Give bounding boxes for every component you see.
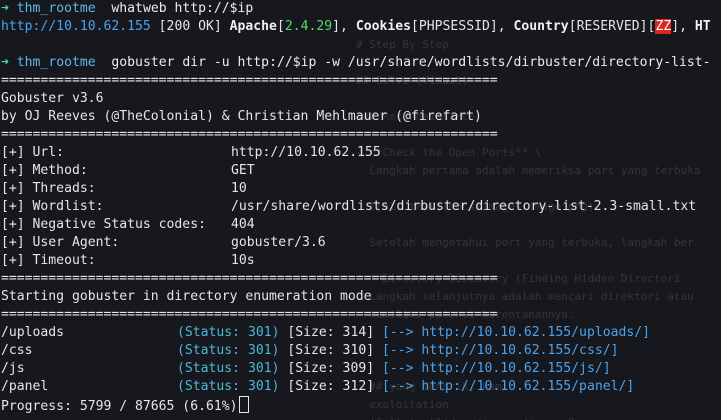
target-url: http://10.10.62.155 — [1, 19, 151, 34]
start-message: Starting gobuster in directory enumerati… — [1, 289, 372, 304]
country-value: RESERVED — [576, 19, 640, 34]
server-version: 2.4.29 — [284, 19, 333, 34]
command-text: gobuster dir -u http://$ip -w /usr/share… — [111, 55, 711, 70]
truncated-tail: HT — [694, 19, 711, 34]
gobuster-authors: by OJ Reeves (@TheColonial) & Christian … — [1, 109, 482, 124]
result-size: [Size: 312] — [287, 379, 375, 394]
result-path: /panel — [1, 379, 49, 394]
separator: ========================================… — [1, 73, 498, 88]
config-value: 10s — [231, 253, 255, 268]
whatweb-output: http://10.10.62.155 [200 OK] Apache[2.4.… — [1, 19, 711, 34]
result-path: /uploads — [1, 325, 65, 340]
config-list: [+] Url: http://10.10.62.155 [+] Method: G… — [1, 144, 721, 270]
result-status: (Status: 301) — [177, 325, 280, 340]
country-code: ZZ — [655, 19, 672, 34]
result-row: /uploads (Status: 301) [Size: 314] [--> h… — [1, 324, 721, 342]
prompt-user: thm_rootme — [16, 1, 96, 16]
result-status: (Status: 301) — [177, 361, 280, 376]
config-value: GET — [231, 163, 255, 178]
prompt-user: thm_rootme — [16, 55, 96, 70]
config-value: http://10.10.62.155 — [231, 145, 381, 160]
terminal-output: ➜ thm_rootme whatweb http://$ip http://1… — [0, 0, 721, 414]
result-redirect-link[interactable]: [--> http://10.10.62.155/panel/] — [382, 379, 634, 394]
config-row: [+] User Agent: gobuster/3.6 — [1, 234, 721, 252]
result-size: [Size: 310] — [287, 343, 375, 358]
config-key: [+] User Agent: — [1, 235, 120, 250]
result-path: /js — [1, 361, 25, 376]
config-key: [+] Wordlist: — [1, 199, 104, 214]
config-value: gobuster/3.6 — [231, 235, 326, 250]
separator: ========================================… — [1, 271, 498, 286]
terminal-window[interactable]: # Step By Step ## Solve (Visual) ### Rec… — [0, 0, 721, 420]
gobuster-version: Gobuster v3.6 — [1, 91, 104, 106]
result-row: /css (Status: 301) [Size: 310] [--> http:… — [1, 342, 721, 360]
result-redirect-link[interactable]: [--> http://10.10.62.155/uploads/] — [382, 325, 650, 340]
result-size: [Size: 314] — [287, 325, 375, 340]
cursor[interactable] — [238, 396, 249, 413]
result-redirect-link[interactable]: [--> http://10.10.62.155/js/] — [382, 361, 611, 376]
result-path: /css — [1, 343, 33, 358]
separator: ========================================… — [1, 307, 498, 322]
prompt-arrow-icon: ➜ — [1, 55, 9, 70]
config-row: [+] Timeout: 10s — [1, 252, 721, 270]
command-text: whatweb http://$ip — [111, 1, 254, 16]
config-key: [+] Url: — [1, 145, 65, 160]
prompt-line: ➜ thm_rootme whatweb http://$ip — [1, 0, 721, 18]
result-status: (Status: 301) — [177, 343, 280, 358]
config-row: [+] Method: GET — [1, 162, 721, 180]
results-list: /uploads (Status: 301) [Size: 314] [--> h… — [1, 324, 721, 396]
config-value: 10 — [231, 181, 247, 196]
prompt-arrow-icon: ➜ — [1, 1, 9, 16]
progress-line: Progress: 5799 / 87665 (6.61%) — [1, 396, 721, 414]
result-redirect-link[interactable]: [--> http://10.10.62.155/css/] — [382, 343, 619, 358]
config-row: [+] Threads: 10 — [1, 180, 721, 198]
separator: ========================================… — [1, 127, 498, 142]
config-key: [+] Negative Status codes: — [1, 217, 206, 232]
config-key: [+] Threads: — [1, 181, 96, 196]
result-row: /js (Status: 301) [Size: 309] [--> http:/… — [1, 360, 721, 378]
config-key: [+] Method: — [1, 163, 88, 178]
config-key: [+] Timeout: — [1, 253, 96, 268]
prompt-line: ➜ thm_rootme gobuster dir -u http://$ip … — [1, 54, 721, 72]
cookies-value: PHPSESSID — [418, 19, 490, 34]
country-key: Country — [513, 19, 569, 34]
config-row: [+] Wordlist: /usr/share/wordlists/dirbus… — [1, 198, 721, 216]
cookies-key: Cookies — [355, 19, 411, 34]
result-size: [Size: 309] — [287, 361, 375, 376]
result-row: /panel (Status: 301) [Size: 312] [--> htt… — [1, 378, 721, 396]
server-key: Apache — [229, 19, 277, 34]
config-value: 404 — [231, 217, 255, 232]
config-value: /usr/share/wordlists/dirbuster/directory… — [231, 199, 697, 214]
progress-text: Progress: 5799 / 87665 (6.61%) — [1, 399, 238, 414]
result-status: (Status: 301) — [177, 379, 280, 394]
config-row: [+] Url: http://10.10.62.155 — [1, 144, 721, 162]
config-row: [+] Negative Status codes: 404 — [1, 216, 721, 234]
http-status: [200 OK] — [158, 19, 222, 34]
